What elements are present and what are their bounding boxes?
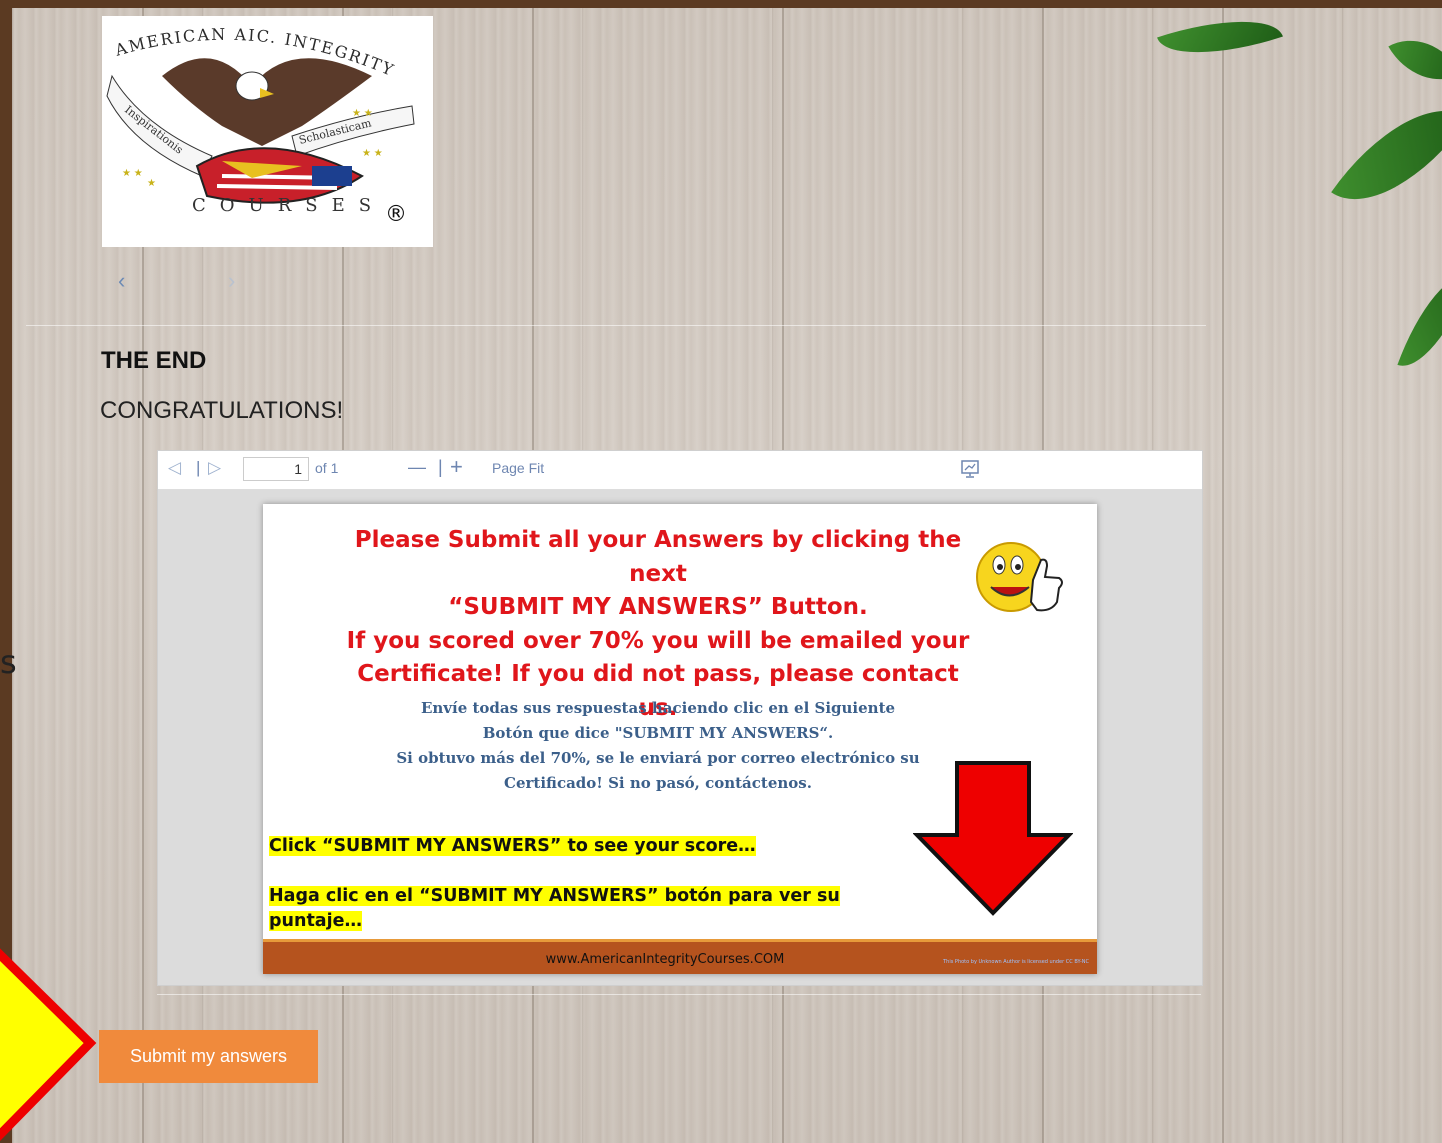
highlight-spanish: Haga clic en el “SUBMIT MY ANSWERS” botó… — [269, 886, 840, 906]
svg-text:★ ★: ★ ★ — [352, 108, 373, 119]
svg-text:®: ® — [385, 202, 407, 227]
svg-text:★: ★ — [147, 178, 156, 189]
spanish-instructions: Envíe todas sus respuestas haciendo clic… — [363, 696, 953, 796]
aic-logo: AMERICAN AIC. INTEGRITY Inspirationis Sc… — [102, 16, 433, 247]
pdf-page: Please Submit all your Answers by clicki… — [263, 504, 1097, 974]
congratulations-text: CONGRATULATIONS! — [100, 397, 344, 424]
highlight-text: puntaje… — [269, 911, 362, 931]
page-number-input[interactable]: 1 — [243, 457, 309, 481]
section-divider — [157, 994, 1201, 995]
stray-text: s — [0, 643, 17, 681]
eagle-logo-icon: AMERICAN AIC. INTEGRITY Inspirationis Sc… — [106, 25, 415, 227]
next-page-icon[interactable]: ▷ — [208, 458, 221, 478]
english-instructions: Please Submit all your Answers by clicki… — [343, 524, 973, 725]
highlight-english: Click “SUBMIT MY ANSWERS” to see your sc… — [269, 836, 756, 856]
pdf-toolbar: ◁ | ▷ 1 of 1 — | + Page Fit — [158, 451, 1202, 490]
slide-footer: www.AmericanIntegrityCourses.COM This Ph… — [263, 939, 1097, 974]
down-arrow-icon — [913, 761, 1073, 916]
zoom-separator: | — [438, 457, 443, 477]
toolbar-separator: | — [196, 458, 201, 477]
highlight-spanish-cont: puntaje… — [269, 911, 362, 931]
yellow-pointer-arrow-icon — [0, 948, 97, 1142]
instruction-line: Certificado! Si no pasó, contáctenos. — [504, 774, 812, 792]
svg-text:★ ★: ★ ★ — [362, 148, 383, 159]
page-fit-button[interactable]: Page Fit — [492, 460, 544, 476]
submit-answers-button[interactable]: Submit my answers — [99, 1030, 318, 1083]
pdf-viewer: ◁ | ▷ 1 of 1 — | + Page Fit Please Submi… — [157, 450, 1203, 986]
zoom-out-icon[interactable]: — — [408, 457, 426, 478]
section-divider — [26, 325, 1206, 326]
instruction-line: Si obtuvo más del 70%, se le enviará por… — [396, 749, 920, 767]
presentation-icon[interactable] — [960, 459, 980, 484]
instruction-line: If you scored over 70% you will be email… — [346, 627, 970, 654]
carousel-next-icon[interactable]: › — [228, 268, 235, 294]
instruction-line: Envíe todas sus respuestas haciendo clic… — [420, 699, 896, 717]
carousel-prev-icon[interactable]: ‹ — [118, 268, 125, 294]
page-total-label: of 1 — [315, 460, 339, 476]
plank-line — [1222, 8, 1224, 1143]
heading-the-end: THE END — [101, 347, 207, 374]
instruction-line: Botón que dice "SUBMIT MY ANSWERS“. — [482, 724, 834, 742]
instruction-line: “SUBMIT MY ANSWERS” Button. — [448, 594, 868, 620]
zoom-in-icon[interactable]: + — [450, 454, 463, 480]
instruction-line: Please Submit all your Answers by clicki… — [354, 527, 962, 587]
svg-text:COURSES: COURSES — [192, 195, 385, 216]
photo-credit: This Photo by Unknown Author is licensed… — [943, 959, 1089, 965]
thumbs-up-smiley-icon — [976, 542, 1063, 612]
prev-page-icon[interactable]: ◁ — [168, 458, 181, 478]
highlight-text: Click “SUBMIT MY ANSWERS” to see your sc… — [269, 836, 756, 856]
highlight-text: Haga clic en el “SUBMIT MY ANSWERS” botó… — [269, 886, 840, 906]
svg-text:★ ★: ★ ★ — [122, 168, 143, 179]
